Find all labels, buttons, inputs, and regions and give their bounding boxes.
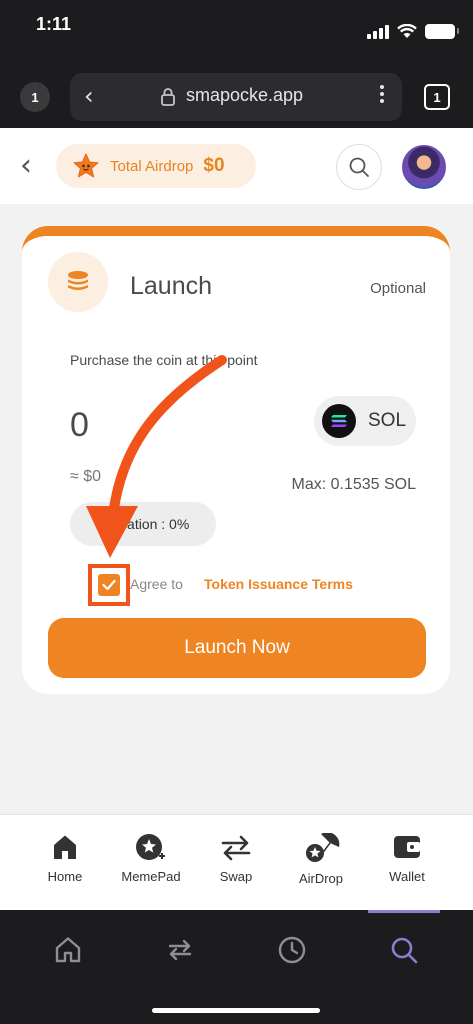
optional-label: Optional [370,280,426,297]
nav-home[interactable]: Home [20,833,110,884]
wallet-icon [394,836,420,858]
launch-now-button[interactable]: Launch Now [48,618,426,678]
card-title: Launch [130,272,213,300]
home-icon [55,937,81,963]
tab-badge[interactable]: 1 [20,82,50,112]
lock-icon [161,88,175,106]
nav-home-label: Home [47,869,83,884]
token-label: SOL [368,410,407,431]
app-bottom-nav: Home MemePad Swap AirDrop Wallet [0,814,473,910]
solana-icon [322,404,356,438]
checkmark-icon [102,579,116,591]
memepad-icon [136,834,165,860]
status-time: 1:11 [36,14,72,34]
nav-memepad-label: MemePad [121,869,181,884]
more-menu-icon[interactable] [380,85,384,103]
airdrop-icon [306,833,340,862]
max-value[interactable]: Max: 0.1535 SOL [291,476,416,494]
browser-toolbar: 1 ‹ smapocke.app 1 [0,60,473,128]
search-icon [349,157,369,177]
browser-swap-button[interactable] [160,930,200,970]
signal-icon [367,24,389,39]
nav-swap[interactable]: Swap [191,833,281,884]
url-text[interactable]: smapocke.app [186,85,303,106]
usd-value: ≈ $0 [70,468,102,485]
top-nav: ‹ Total Airdrop $0 [0,128,473,204]
address-bar[interactable]: ‹ smapocke.app [70,73,402,121]
home-indicator [152,1008,320,1013]
swap-icon [168,939,192,961]
nav-airdrop[interactable]: AirDrop [276,833,366,886]
amount-input[interactable]: 0 [70,406,89,445]
nav-wallet-label: Wallet [389,869,425,884]
status-icons [367,24,459,39]
tabs-button[interactable]: 1 [424,84,450,110]
battery-icon [425,24,459,39]
home-icon [54,835,76,859]
active-tab-indicator [368,910,440,913]
agree-text: Agree to [130,576,183,592]
star-icon [73,153,99,178]
back-icon[interactable]: ‹ [84,83,94,109]
search-icon [391,937,418,964]
nav-memepad[interactable]: MemePad [106,833,196,884]
nav-airdrop-label: AirDrop [298,871,344,886]
page: ‹ Total Airdrop $0 Launch Optional Purch… [0,128,473,910]
browser-home-button[interactable] [48,930,88,970]
agree-checkbox[interactable] [98,574,120,596]
token-selector[interactable]: SOL [314,396,416,446]
back-chevron-icon[interactable]: ‹ [20,148,32,184]
avatar[interactable] [400,143,448,191]
airdrop-value: $0 [203,155,225,176]
browser-bottom-bar [0,910,473,1024]
browser-search-button[interactable] [384,930,424,970]
terms-link[interactable]: Token Issuance Terms [204,576,353,592]
total-airdrop-pill[interactable]: Total Airdrop $0 [56,144,256,188]
history-icon [278,936,306,964]
status-bar: 1:11 [0,0,473,60]
nav-wallet[interactable]: Wallet [362,833,452,884]
wifi-icon [397,24,417,38]
purchase-description: Purchase the coin at this point [70,352,258,368]
browser-history-button[interactable] [272,930,312,970]
swap-icon [221,835,251,861]
search-button[interactable] [336,144,382,190]
airdrop-label: Total Airdrop [110,157,194,175]
launch-card: Launch Optional Purchase the coin at thi… [22,226,450,694]
coin-stack-icon [48,252,108,312]
nav-swap-label: Swap [219,869,253,884]
allocation-pill: Allocation : 0% [70,502,216,546]
